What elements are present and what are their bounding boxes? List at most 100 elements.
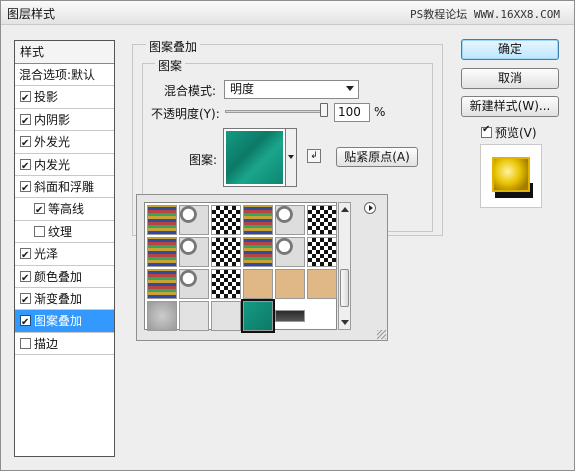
checkbox-icon[interactable] xyxy=(20,156,31,178)
pattern-tile-checker[interactable] xyxy=(211,205,241,235)
sidebar-item-label: 描边 xyxy=(34,336,59,351)
pattern-tile-gray-mottle[interactable] xyxy=(179,237,209,267)
checkbox-icon[interactable] xyxy=(20,88,31,110)
chevron-down-icon xyxy=(346,86,354,91)
pattern-tile-rainbow-weave[interactable] xyxy=(243,205,273,235)
checkbox-icon[interactable] xyxy=(20,133,31,155)
pattern-tile-gray-mottle[interactable] xyxy=(179,269,209,299)
window-title: 图层样式 xyxy=(7,7,56,21)
styles-header[interactable]: 样式 xyxy=(15,41,114,64)
pattern-tile-checker[interactable] xyxy=(211,237,241,267)
checkbox-icon[interactable] xyxy=(20,111,31,133)
checkbox-icon[interactable] xyxy=(34,200,45,222)
layer-style-dialog: 图层样式 PS教程论坛 WWW.16XX8.COM 样式 混合选项:默认 投影内… xyxy=(0,0,575,471)
opacity-input[interactable]: 100 xyxy=(334,103,370,122)
sidebar-item-label: 颜色叠加 xyxy=(34,269,83,284)
subgroup-title: 图案 xyxy=(155,57,186,74)
style-preview xyxy=(480,144,542,208)
sidebar-item[interactable]: 内阴影 xyxy=(15,109,114,133)
ok-button[interactable]: 确定 xyxy=(461,39,559,60)
pattern-tile-rainbow-weave[interactable] xyxy=(147,269,177,299)
checkbox-icon xyxy=(481,124,492,138)
sidebar-item-label: 等高线 xyxy=(48,202,85,217)
preview-checkbox[interactable]: 预览(V) xyxy=(481,124,537,141)
sidebar-item[interactable]: 内发光 xyxy=(15,154,114,178)
sidebar-item-label: 内发光 xyxy=(34,157,71,172)
sidebar-item-label: 投影 xyxy=(34,90,59,105)
styles-sidebar: 样式 混合选项:默认 投影内阴影外发光内发光斜面和浮雕等高线纹理光泽颜色叠加渐变… xyxy=(14,40,115,457)
sidebar-item[interactable]: 颜色叠加 xyxy=(15,266,114,290)
chevron-down-icon xyxy=(288,155,294,159)
pattern-tile-rainbow-weave[interactable] xyxy=(147,237,177,267)
new-style-button[interactable]: 新建样式(W)... xyxy=(461,96,559,117)
sidebar-item[interactable]: 等高线 xyxy=(15,198,114,222)
pattern-tile-checker[interactable] xyxy=(307,237,337,267)
opacity-slider-thumb[interactable] xyxy=(320,103,328,117)
sidebar-item-label: 图案叠加 xyxy=(34,314,83,329)
pattern-tile-tan[interactable] xyxy=(243,269,273,299)
pattern-tile-dark-stone[interactable] xyxy=(275,310,305,322)
sidebar-item[interactable]: 纹理 xyxy=(15,221,114,244)
pattern-tile-rainbow-weave[interactable] xyxy=(243,237,273,267)
checkbox-icon[interactable] xyxy=(20,290,31,312)
sidebar-item-label: 纹理 xyxy=(48,224,73,239)
blend-mode-select[interactable]: 明度 xyxy=(224,80,359,99)
pattern-tile-gray-mottle[interactable] xyxy=(275,205,305,235)
sidebar-item[interactable]: 渐变叠加 xyxy=(15,288,114,312)
sidebar-item-label: 内阴影 xyxy=(34,112,71,127)
group-title: 图案叠加 xyxy=(146,38,201,55)
sidebar-item[interactable]: 光泽 xyxy=(15,243,114,267)
preview-gold-square xyxy=(492,157,530,192)
pattern-picker-popup xyxy=(136,194,388,341)
preview-label: 预览(V) xyxy=(495,126,537,140)
sidebar-item-label: 外发光 xyxy=(34,135,71,150)
sidebar-item[interactable]: 外发光 xyxy=(15,131,114,155)
sidebar-item[interactable]: 斜面和浮雕 xyxy=(15,176,114,200)
pattern-swatch-fill xyxy=(226,131,283,184)
opacity-unit: % xyxy=(374,105,386,119)
pattern-tile-gray-mottle[interactable] xyxy=(179,205,209,235)
sidebar-item-label: 斜面和浮雕 xyxy=(34,179,95,194)
pattern-tile-tan[interactable] xyxy=(307,269,337,299)
opacity-slider[interactable] xyxy=(225,110,328,113)
sidebar-item[interactable]: 图案叠加 xyxy=(15,310,114,334)
pattern-tile-checker[interactable] xyxy=(211,269,241,299)
blend-options-item[interactable]: 混合选项:默认 xyxy=(15,64,114,87)
sidebar-item[interactable]: 投影 xyxy=(15,86,114,110)
resize-grip-icon[interactable] xyxy=(377,330,386,339)
pattern-tile-gray-mottle[interactable] xyxy=(275,237,305,267)
sidebar-item-label: 渐变叠加 xyxy=(34,291,83,306)
blend-mode-label: 混合模式: xyxy=(164,84,217,98)
scroll-up-icon[interactable] xyxy=(341,207,349,212)
pattern-tile-teal-selected[interactable] xyxy=(241,299,275,333)
pattern-dropdown-button[interactable] xyxy=(286,128,297,187)
checkbox-icon[interactable] xyxy=(20,312,31,334)
snap-to-origin-button[interactable]: 贴紧原点(A) xyxy=(336,147,418,167)
pattern-tile-light-gray[interactable] xyxy=(211,301,241,331)
pattern-tile-rainbow-weave[interactable] xyxy=(147,205,177,235)
checkbox-icon[interactable] xyxy=(20,337,31,349)
cancel-button[interactable]: 取消 xyxy=(461,68,559,89)
sidebar-item[interactable]: 描边 xyxy=(15,333,114,356)
picker-menu-icon[interactable] xyxy=(364,202,376,214)
checkbox-icon[interactable] xyxy=(20,245,31,267)
opacity-label: 不透明度(Y): xyxy=(151,107,220,121)
picker-scrollbar[interactable] xyxy=(338,202,351,330)
scroll-thumb[interactable] xyxy=(340,269,349,307)
pattern-tile-tan[interactable] xyxy=(275,269,305,299)
pattern-grid xyxy=(144,202,337,333)
checkbox-icon[interactable] xyxy=(34,225,45,237)
pattern-swatch[interactable] xyxy=(223,128,286,187)
scroll-down-icon[interactable] xyxy=(341,320,349,325)
title-bar: 图层样式 PS教程论坛 WWW.16XX8.COM xyxy=(1,1,574,25)
new-preset-icon[interactable]: ↲ xyxy=(307,149,321,163)
checkbox-icon[interactable] xyxy=(20,178,31,200)
checkbox-icon[interactable] xyxy=(20,268,31,290)
pattern-label: 图案: xyxy=(189,153,218,167)
pattern-tile-checker[interactable] xyxy=(307,205,337,235)
pattern-tile-light-gray[interactable] xyxy=(179,301,209,331)
sidebar-item-label: 光泽 xyxy=(34,247,59,262)
watermark-text: PS教程论坛 WWW.16XX8.COM xyxy=(410,8,560,21)
style-list: 投影内阴影外发光内发光斜面和浮雕等高线纹理光泽颜色叠加渐变叠加图案叠加描边 xyxy=(15,86,114,356)
pattern-tile-gray-stone[interactable] xyxy=(147,301,177,331)
